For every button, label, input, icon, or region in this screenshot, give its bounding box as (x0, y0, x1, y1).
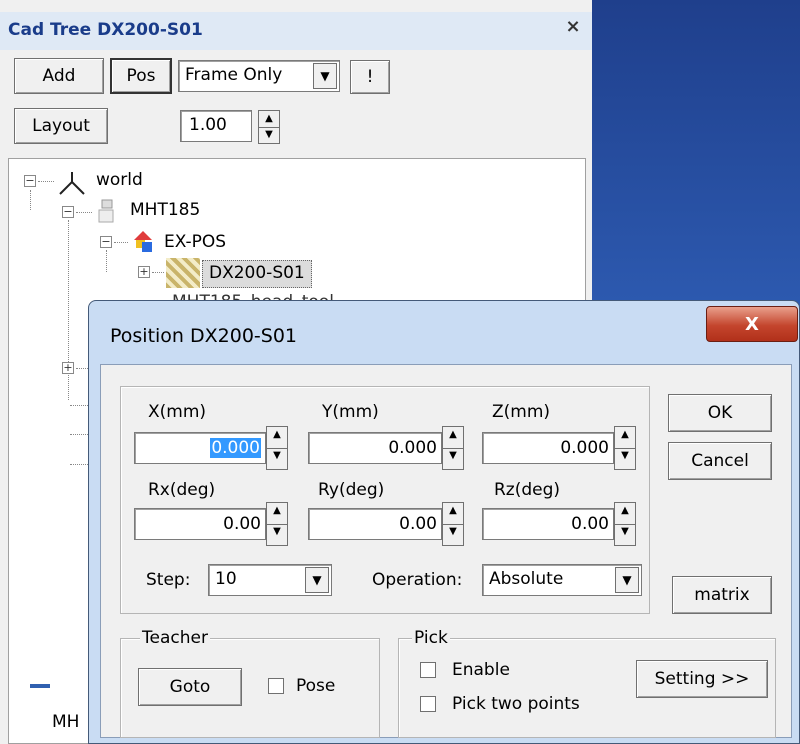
pick-two-points-label: Pick two points (452, 694, 580, 714)
rz-input[interactable]: 0.00 (482, 508, 614, 540)
collapse-icon[interactable]: − (62, 206, 74, 218)
enable-checkbox[interactable] (420, 662, 436, 678)
enable-label: Enable (452, 660, 510, 680)
dialog-close-icon[interactable]: X (706, 306, 798, 342)
position-frame-icon (134, 231, 152, 252)
z-spinner[interactable]: ▲ ▼ (614, 426, 636, 470)
tree-connector (76, 212, 92, 213)
rx-value: 0.00 (223, 514, 261, 534)
spin-down-icon[interactable]: ▼ (615, 524, 635, 545)
tree-node-ex-pos[interactable]: EX-POS (164, 232, 226, 252)
operation-select[interactable]: Absolute ▼ (482, 564, 642, 596)
z-label: Z(mm) (492, 402, 551, 422)
pos-button[interactable]: Pos (110, 58, 172, 94)
goto-button[interactable]: Goto (138, 668, 242, 706)
add-button[interactable]: Add (14, 58, 104, 94)
pose-checkbox[interactable] (268, 678, 284, 694)
y-label: Y(mm) (322, 402, 379, 422)
x-value: 0.000 (210, 438, 261, 458)
tree-connector (30, 190, 31, 210)
expand-icon[interactable]: + (138, 266, 150, 278)
scale-input[interactable]: 1.00 (180, 110, 252, 142)
rz-spinner[interactable]: ▲ ▼ (614, 502, 636, 546)
matrix-button[interactable]: matrix (672, 576, 772, 614)
ok-button[interactable]: OK (668, 394, 772, 432)
controller-icon (166, 258, 200, 288)
z-input[interactable]: 0.000 (482, 432, 614, 464)
step-label: Step: (146, 570, 191, 590)
tree-connector (76, 368, 88, 369)
spin-down-icon[interactable]: ▼ (267, 448, 287, 469)
ry-value: 0.00 (399, 514, 437, 534)
step-select[interactable]: 10 ▼ (208, 564, 332, 596)
tree-connector (70, 434, 88, 435)
frame-mode-select[interactable]: Frame Only ▼ (178, 60, 340, 92)
rx-label: Rx(deg) (148, 480, 216, 500)
x-input[interactable]: 0.000 (134, 432, 266, 464)
scale-spinner[interactable]: ▲ ▼ (258, 110, 280, 144)
tree-connector (70, 464, 88, 465)
step-value: 10 (215, 569, 237, 589)
rz-value: 0.00 (571, 514, 609, 534)
cad-tree-title: Cad Tree DX200-S01 (8, 20, 203, 40)
rz-label: Rz(deg) (494, 480, 561, 500)
tree-node-world[interactable]: world (96, 170, 143, 190)
frame-mode-value: Frame Only (185, 65, 283, 85)
z-value: 0.000 (560, 438, 609, 458)
rx-spinner[interactable]: ▲ ▼ (266, 502, 288, 546)
scale-value: 1.00 (189, 115, 227, 135)
operation-value: Absolute (489, 569, 564, 589)
chevron-down-icon: ▼ (313, 63, 337, 89)
y-input[interactable]: 0.000 (308, 432, 442, 464)
spin-down-icon[interactable]: ▼ (615, 448, 635, 469)
tree-item-icon (30, 684, 50, 688)
spin-up-icon[interactable]: ▲ (615, 427, 635, 449)
spin-down-icon[interactable]: ▼ (259, 127, 279, 143)
chevron-down-icon: ▼ (615, 567, 639, 593)
collapse-icon[interactable]: − (100, 236, 112, 248)
spin-up-icon[interactable]: ▲ (615, 503, 635, 525)
spin-up-icon[interactable]: ▲ (267, 503, 287, 525)
exclamation-button[interactable]: ! (350, 60, 390, 94)
spin-up-icon[interactable]: ▲ (443, 503, 463, 525)
teacher-group-label: Teacher (140, 628, 210, 648)
pick-group-label: Pick (412, 628, 450, 648)
ry-spinner[interactable]: ▲ ▼ (442, 502, 464, 546)
robot-icon (98, 199, 114, 223)
chevron-down-icon: ▼ (305, 567, 329, 593)
world-frame-icon (59, 172, 85, 195)
spin-down-icon[interactable]: ▼ (443, 448, 463, 469)
cad-tree-close-icon[interactable]: × (562, 16, 584, 40)
spin-down-icon[interactable]: ▼ (443, 524, 463, 545)
ry-label: Ry(deg) (318, 480, 385, 500)
layout-button[interactable]: Layout (14, 108, 108, 144)
expand-icon[interactable]: + (62, 362, 74, 374)
y-value: 0.000 (388, 438, 437, 458)
spin-down-icon[interactable]: ▼ (267, 524, 287, 545)
tree-node-bottom[interactable]: MH (52, 712, 88, 732)
x-label: X(mm) (148, 402, 207, 422)
dialog-title: Position DX200-S01 (110, 325, 298, 347)
pose-label: Pose (296, 676, 336, 696)
tree-connector (38, 181, 54, 182)
rx-input[interactable]: 0.00 (134, 508, 266, 540)
ry-input[interactable]: 0.00 (308, 508, 442, 540)
pick-two-points-checkbox[interactable] (420, 696, 436, 712)
x-spinner[interactable]: ▲ ▼ (266, 426, 288, 470)
cancel-button[interactable]: Cancel (668, 442, 772, 480)
tree-connector (106, 250, 107, 272)
setting-button[interactable]: Setting >> (636, 660, 768, 698)
spin-up-icon[interactable]: ▲ (443, 427, 463, 449)
tree-node-dx200-selected[interactable]: DX200-S01 (202, 260, 312, 288)
tree-node-mht185[interactable]: MHT185 (130, 200, 200, 220)
spin-up-icon[interactable]: ▲ (259, 111, 279, 128)
collapse-icon[interactable]: − (24, 175, 36, 187)
operation-label: Operation: (372, 570, 463, 590)
tree-connector (114, 242, 128, 243)
tree-connector (152, 272, 164, 273)
tree-connector (70, 405, 88, 406)
y-spinner[interactable]: ▲ ▼ (442, 426, 464, 470)
spin-up-icon[interactable]: ▲ (267, 427, 287, 449)
